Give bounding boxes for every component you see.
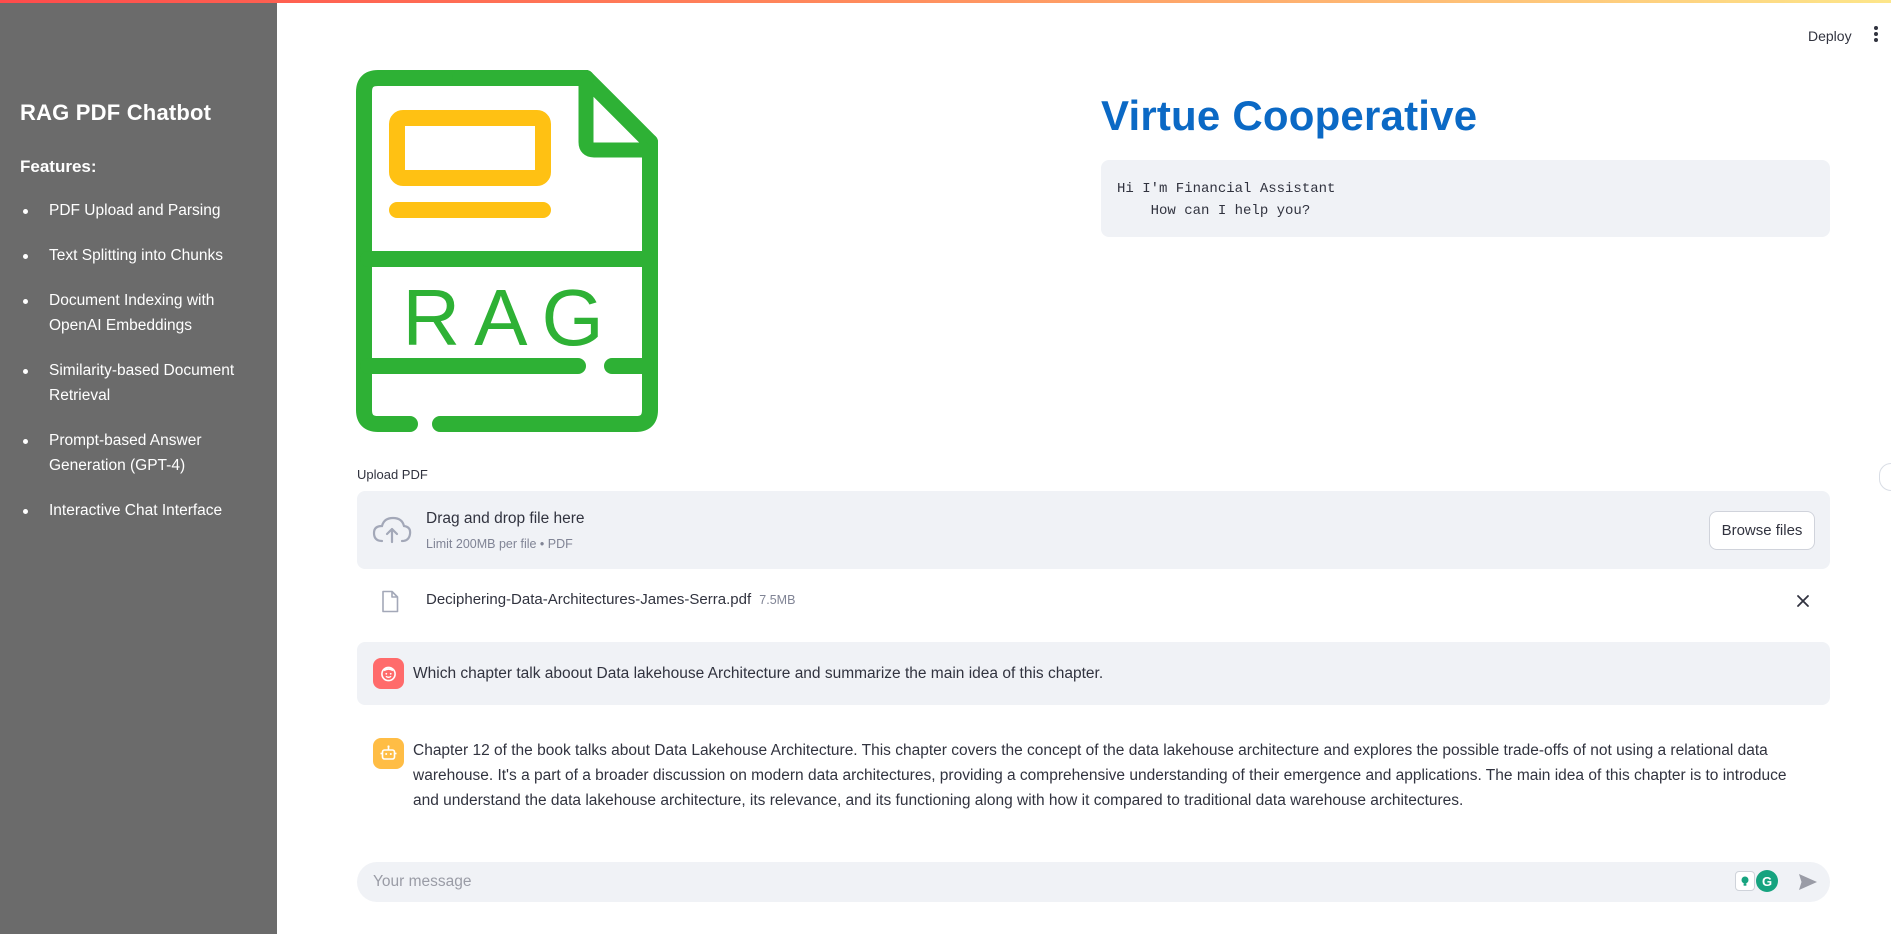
sidebar: RAG PDF Chatbot Features: PDF Upload and… [0,0,277,934]
dropzone-text: Drag and drop file here [426,510,585,527]
user-message-text: Which chapter talk aboout Data lakehouse… [413,665,1104,682]
deploy-button[interactable]: Deploy [1808,28,1852,44]
file-size: 7.5MB [759,593,796,607]
feature-item: Interactive Chat Interface [20,498,250,523]
uploaded-file: Deciphering-Data-Architectures-James-Ser… [357,583,1830,619]
features-list: PDF Upload and Parsing Text Splitting in… [20,198,250,543]
greeting-box: Hi I'm Financial Assistant How can I hel… [1101,160,1830,237]
page-title: Virtue Cooperative [1101,92,1478,139]
remove-file-icon[interactable] [1795,593,1811,609]
file-name: Deciphering-Data-Architectures-James-Ser… [426,591,752,608]
cloud-upload-icon [372,516,412,544]
bot-avatar-icon [373,738,404,769]
top-decoration-bar [0,0,1891,3]
logo-text: RAG [402,273,617,362]
feature-item: PDF Upload and Parsing [20,198,250,223]
assistant-message-text: Chapter 12 of the book talks about Data … [413,742,1787,809]
dropzone-limit: Limit 200MB per file • PDF [426,537,573,551]
upload-label: Upload PDF [357,467,428,482]
feature-item: Similarity-based Document Retrieval [20,358,250,408]
assistant-message: Chapter 12 of the book talks about Data … [357,726,1830,816]
grammarly-icon[interactable]: G [1756,870,1778,892]
chat-message-input[interactable] [373,871,1723,893]
sidebar-title: RAG PDF Chatbot [20,100,212,125]
chat-input-bar: G [357,862,1830,902]
file-dropzone[interactable]: Drag and drop file here Limit 200MB per … [357,491,1830,569]
more-menu-icon[interactable] [1871,26,1881,46]
rag-logo: RAG [356,70,658,432]
feature-item: Document Indexing with OpenAI Embeddings [20,288,250,338]
user-message: Which chapter talk aboout Data lakehouse… [357,642,1830,705]
user-avatar-icon [373,658,404,689]
file-icon [382,590,399,613]
features-heading: Features: [20,157,97,176]
greeting-text: Hi I'm Financial Assistant How can I hel… [1117,181,1336,219]
feature-item: Prompt-based Answer Generation (GPT-4) [20,428,250,478]
extension-lightbulb-icon[interactable] [1735,871,1755,891]
edge-helper-icon[interactable] [1879,463,1891,491]
browse-files-button[interactable]: Browse files [1709,511,1815,550]
feature-item: Text Splitting into Chunks [20,243,250,268]
send-icon[interactable] [1797,872,1819,892]
